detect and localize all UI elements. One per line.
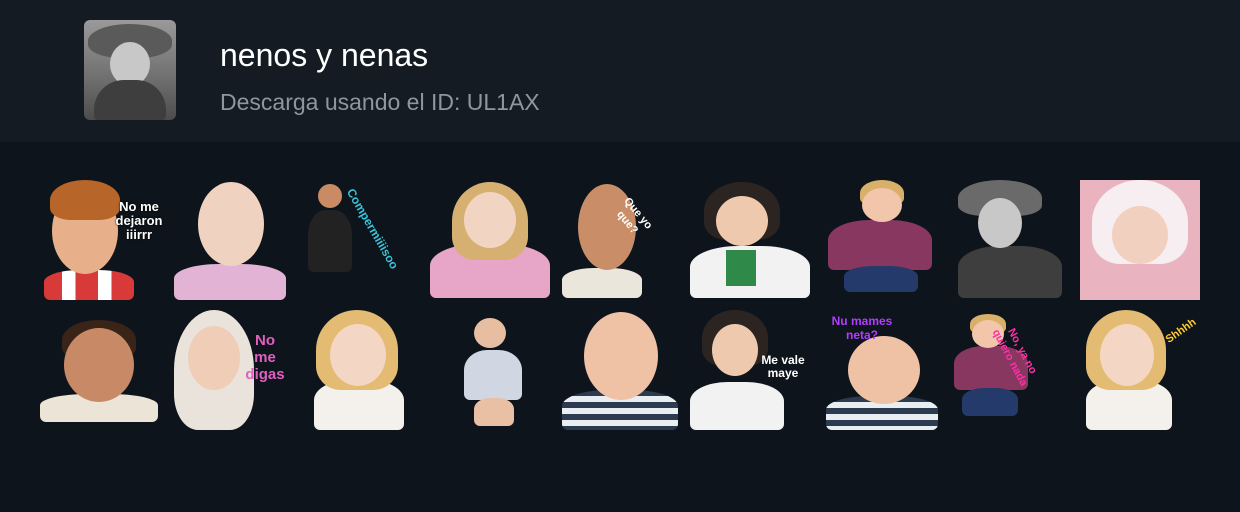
sticker-caption: Nu mames neta? xyxy=(831,314,893,342)
sticker-face xyxy=(862,188,902,222)
sticker-18[interactable]: Shhhh xyxy=(1082,310,1202,430)
sticker-1[interactable]: No me dejaron iiirrr xyxy=(40,180,162,300)
sticker-torso xyxy=(44,270,134,300)
sticker-face xyxy=(712,324,758,376)
sticker-face xyxy=(584,312,658,400)
sticker-9[interactable] xyxy=(1080,180,1200,300)
sticker-face xyxy=(1100,324,1154,386)
sticker-face xyxy=(716,196,768,246)
pack-avatar xyxy=(84,20,176,120)
sticker-dress xyxy=(308,210,352,272)
sticker-5[interactable]: Que yo que? xyxy=(560,180,680,300)
sticker-11[interactable]: No me digas xyxy=(170,310,290,430)
sticker-dress xyxy=(464,350,522,400)
sticker-7[interactable] xyxy=(826,180,936,300)
sticker-face xyxy=(188,326,240,390)
sticker-caption: Shhhh xyxy=(1163,316,1199,346)
sticker-face xyxy=(848,336,920,404)
pack-header: nenos y nenas Descarga usando el ID: UL1… xyxy=(0,0,1240,142)
sticker-hair xyxy=(50,180,120,220)
sticker-torso xyxy=(174,264,286,300)
sticker-8[interactable] xyxy=(956,180,1066,300)
sticker-4[interactable] xyxy=(430,180,550,300)
sticker-legs xyxy=(474,398,514,426)
sticker-10[interactable] xyxy=(40,318,160,422)
pack-title: nenos y nenas xyxy=(220,37,429,73)
sticker-jeans xyxy=(844,266,918,292)
sticker-2[interactable] xyxy=(170,180,290,300)
sticker-face xyxy=(474,318,506,348)
sticker-16[interactable]: Nu mames neta? xyxy=(820,310,940,430)
sticker-face xyxy=(1112,206,1168,264)
sticker-caption: No me digas xyxy=(245,332,285,383)
sticker-dress xyxy=(828,220,932,270)
sticker-14[interactable] xyxy=(562,310,678,430)
sticker-caption: Me vale maye xyxy=(761,353,805,380)
sticker-torso xyxy=(958,246,1062,298)
sticker-face xyxy=(64,328,134,402)
sticker-15[interactable]: Me vale maye xyxy=(690,310,810,430)
sticker-17[interactable]: No, ya no quiero nada xyxy=(950,310,1066,430)
sticker-13[interactable] xyxy=(444,310,536,430)
sticker-face xyxy=(330,324,386,386)
sticker-face xyxy=(978,198,1022,248)
sticker-face xyxy=(318,184,342,208)
sticker-6[interactable] xyxy=(690,180,810,300)
sticker-3[interactable]: Compermiiiisoo xyxy=(300,180,420,300)
sticker-face xyxy=(464,192,516,248)
sticker-caption: No me dejaron iiirrr xyxy=(115,199,163,242)
pack-download-id: Descarga usando el ID: UL1AX xyxy=(220,89,540,115)
juice-box xyxy=(726,250,756,286)
sticker-torso xyxy=(690,382,784,430)
sticker-12[interactable] xyxy=(310,310,410,430)
sticker-torso xyxy=(562,268,642,298)
sticker-face xyxy=(198,182,264,266)
body-shape xyxy=(94,80,166,120)
sticker-jeans xyxy=(962,388,1018,416)
